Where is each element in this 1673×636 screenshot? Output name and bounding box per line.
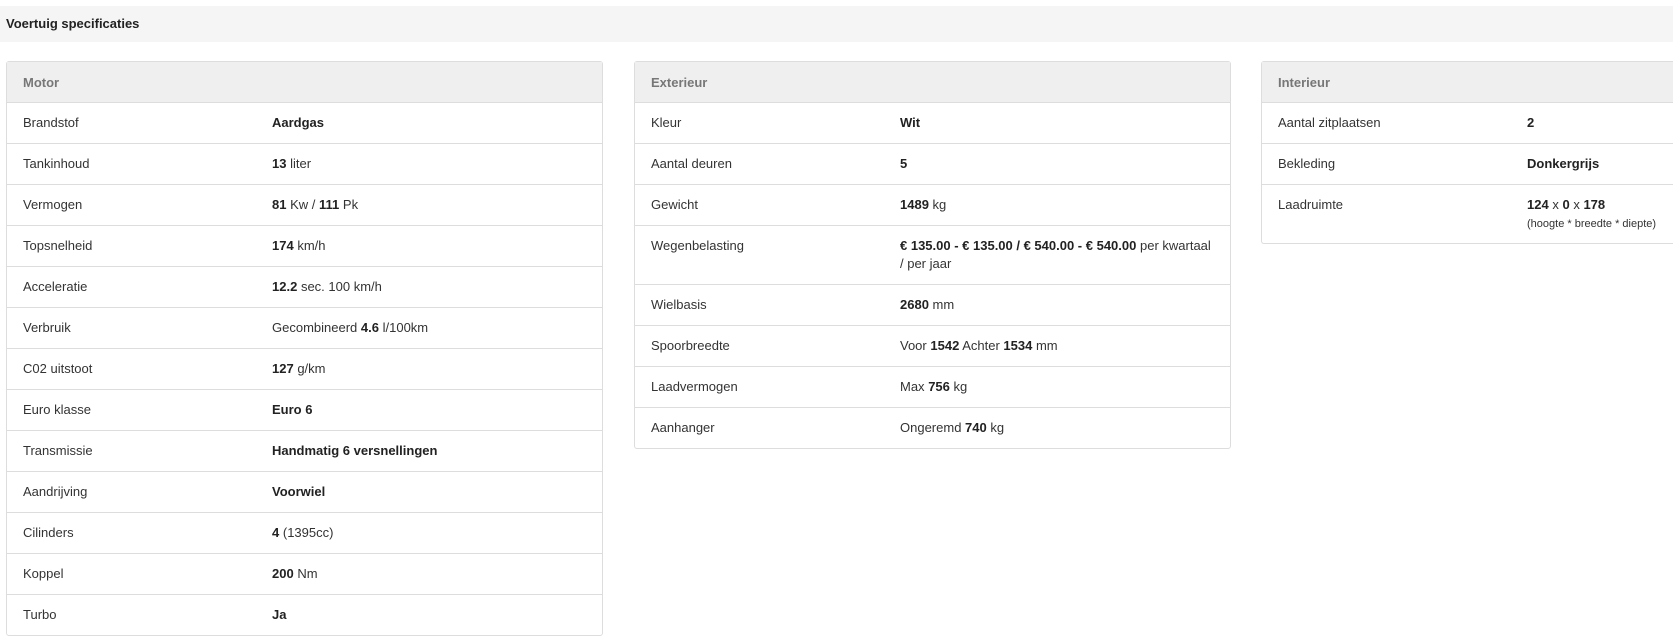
spec-label: Wegenbelasting xyxy=(651,238,744,253)
spec-row-deuren: Aantal deuren 5 xyxy=(635,144,1230,185)
spec-label: Spoorbreedte xyxy=(651,338,730,353)
spec-label: C02 uitstoot xyxy=(23,361,93,376)
spec-row-transmissie: Transmissie Handmatig 6 versnellingen xyxy=(7,431,602,472)
spec-row-kleur: Kleur Wit xyxy=(635,103,1230,144)
spec-value: € 135.00 - € 135.00 / € 540.00 - € 540.0… xyxy=(900,238,1211,271)
spec-label: Bekleding xyxy=(1278,156,1336,171)
spec-label: Aantal zitplaatsen xyxy=(1278,115,1381,130)
spec-label: Turbo xyxy=(23,607,57,622)
spec-label: Aanhanger xyxy=(651,420,715,435)
spec-value: Wit xyxy=(900,115,921,130)
spec-label: Gewicht xyxy=(651,197,698,212)
spec-label: Cilinders xyxy=(23,525,74,540)
spec-value: Voor 1542 Achter 1534 mm xyxy=(900,338,1058,353)
spec-value: 12.2 sec. 100 km/h xyxy=(272,279,382,294)
spec-row-zitplaatsen: Aantal zitplaatsen 2 xyxy=(1262,103,1673,144)
interieur-panel-title: Interieur xyxy=(1262,62,1673,103)
spec-label: Tankinhoud xyxy=(23,156,90,171)
spec-label: Koppel xyxy=(23,566,64,581)
exterieur-panel-title: Exterieur xyxy=(635,62,1230,103)
spec-row-spoorbreedte: Spoorbreedte Voor 1542 Achter 1534 mm xyxy=(635,326,1230,367)
spec-label: Transmissie xyxy=(23,443,93,458)
spec-label: Aantal deuren xyxy=(651,156,732,171)
spec-label: Kleur xyxy=(651,115,682,130)
spec-row-laadvermogen: Laadvermogen Max 756 kg xyxy=(635,367,1230,408)
spec-value: Handmatig 6 versnellingen xyxy=(272,443,438,458)
spec-label: Verbruik xyxy=(23,320,71,335)
spec-value: 200 Nm xyxy=(272,566,318,581)
spec-value: 5 xyxy=(900,156,908,171)
spec-label: Acceleratie xyxy=(23,279,88,294)
spec-row-turbo: Turbo Ja xyxy=(7,595,602,635)
spec-label: Euro klasse xyxy=(23,402,91,417)
spec-row-vermogen: Vermogen 81 Kw / 111 Pk xyxy=(7,185,602,226)
spec-value: Voorwiel xyxy=(272,484,326,499)
spec-row-gewicht: Gewicht 1489 kg xyxy=(635,185,1230,226)
spec-value: Donkergrijs xyxy=(1527,156,1600,171)
spec-value: Ongeremd 740 kg xyxy=(900,420,1005,435)
dimension-note: (hoogte * breedte * diepte) xyxy=(1527,218,1657,230)
spec-label: Aandrijving xyxy=(23,484,88,499)
page-title: Voertuig specificaties xyxy=(0,6,1673,42)
spec-row-brandstof: Brandstof Aardgas xyxy=(7,103,602,144)
spec-value: 81 Kw / 111 Pk xyxy=(272,197,359,212)
spec-row-topsnelheid: Topsnelheid 174 km/h xyxy=(7,226,602,267)
spec-value: 127 g/km xyxy=(272,361,326,376)
spec-value: Euro 6 xyxy=(272,402,313,417)
spec-label: Vermogen xyxy=(23,197,83,212)
spec-row-aanhanger: Aanhanger Ongeremd 740 kg xyxy=(635,408,1230,448)
spec-value: Gecombineerd 4.6 l/100km xyxy=(272,320,429,335)
spec-value: Aardgas xyxy=(272,115,325,130)
spec-value: 1489 kg xyxy=(900,197,947,212)
exterieur-panel: Exterieur Kleur Wit Aantal deuren 5 Gewi… xyxy=(634,61,1231,449)
spec-value: Max 756 kg xyxy=(900,379,968,394)
spec-row-aandrijving: Aandrijving Voorwiel xyxy=(7,472,602,513)
spec-row-cilinders: Cilinders 4 (1395cc) xyxy=(7,513,602,554)
spec-row-tankinhoud: Tankinhoud 13 liter xyxy=(7,144,602,185)
spec-value: 2 xyxy=(1527,115,1535,130)
spec-row-bekleding: Bekleding Donkergrijs xyxy=(1262,144,1673,185)
spec-row-acceleratie: Acceleratie 12.2 sec. 100 km/h xyxy=(7,267,602,308)
spec-value: 4 (1395cc) xyxy=(272,525,334,540)
interieur-panel: Interieur Aantal zitplaatsen 2 Bekleding… xyxy=(1261,61,1673,244)
spec-value: 124 x 0 x 178 (hoogte * breedte * diepte) xyxy=(1527,196,1673,232)
spec-row-wielbasis: Wielbasis 2680 mm xyxy=(635,285,1230,326)
spec-label: Topsnelheid xyxy=(23,238,93,253)
spec-row-laadruimte: Laadruimte 124 x 0 x 178 (hoogte * breedt… xyxy=(1262,185,1673,243)
motor-panel: Motor Brandstof Aardgas Tankinhoud 13 li… xyxy=(6,61,603,636)
spec-value: Ja xyxy=(272,607,287,622)
spec-row-euroklasse: Euro klasse Euro 6 xyxy=(7,390,602,431)
spec-row-koppel: Koppel 200 Nm xyxy=(7,554,602,595)
spec-label: Brandstof xyxy=(23,115,79,130)
spec-row-verbruik: Verbruik Gecombineerd 4.6 l/100km xyxy=(7,308,602,349)
spec-value: 174 km/h xyxy=(272,238,326,253)
spec-label: Laadvermogen xyxy=(651,379,738,394)
spec-row-co2: C02 uitstoot 127 g/km xyxy=(7,349,602,390)
spec-value: 2680 mm xyxy=(900,297,955,312)
spec-row-wegenbelasting: Wegenbelasting € 135.00 - € 135.00 / € 5… xyxy=(635,226,1230,285)
spec-label: Wielbasis xyxy=(651,297,707,312)
motor-panel-title: Motor xyxy=(7,62,602,103)
spec-value: 13 liter xyxy=(272,156,312,171)
spec-label: Laadruimte xyxy=(1278,197,1344,212)
